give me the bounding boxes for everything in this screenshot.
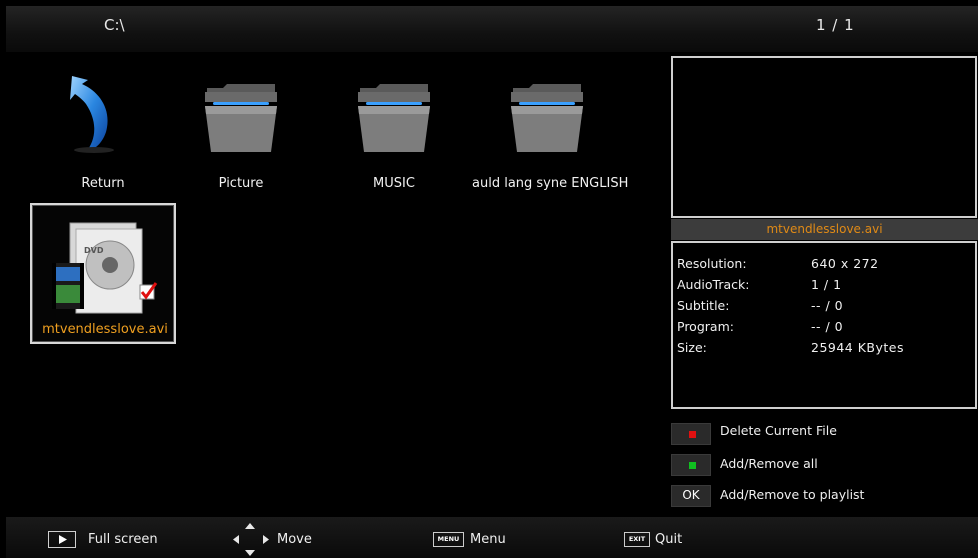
video-file-icon: DVD — [52, 222, 158, 314]
file-label-selected: mtvendlesslove.avi — [42, 322, 168, 337]
ok-key-button[interactable]: OK — [671, 485, 711, 507]
info-value-resolution: 640 x 272 — [811, 256, 879, 271]
page-counter: 1 / 1 — [816, 16, 855, 34]
return-arrow-icon — [70, 76, 114, 153]
red-dot-icon — [689, 431, 696, 438]
return-label: Return — [81, 176, 125, 191]
info-filename: mtvendlesslove.avi — [671, 219, 978, 240]
folder-item-music[interactable] — [356, 82, 432, 154]
add-remove-playlist-label: Add/Remove to playlist — [720, 487, 865, 502]
folder-label-picture: Picture — [218, 176, 264, 191]
folder-icon — [511, 84, 583, 152]
info-label-program: Program: — [677, 319, 734, 334]
folder-item-picture[interactable] — [203, 82, 279, 154]
preview-area — [671, 56, 977, 218]
fullscreen-label: Full screen — [88, 532, 158, 547]
info-value-program: -- / 0 — [811, 319, 844, 334]
menu-label: Menu — [470, 532, 506, 547]
folder-icon — [205, 84, 277, 152]
current-path: C:\ — [104, 16, 125, 34]
info-label-audiotrack: AudioTrack: — [677, 277, 750, 292]
move-label: Move — [277, 532, 312, 547]
file-info-panel: Resolution: 640 x 272 AudioTrack: 1 / 1 … — [671, 241, 977, 409]
folder-item-auld-lang-syne[interactable] — [509, 82, 585, 154]
info-label-resolution: Resolution: — [677, 256, 747, 271]
info-value-audiotrack: 1 / 1 — [811, 277, 842, 292]
red-key-button[interactable] — [671, 423, 711, 445]
folder-label-music: MUSIC — [373, 176, 415, 191]
info-value-subtitle: -- / 0 — [811, 298, 844, 313]
play-icon — [48, 531, 76, 548]
svg-text:DVD: DVD — [84, 246, 104, 255]
info-label-subtitle: Subtitle: — [677, 298, 730, 313]
info-value-size: 25944 KBytes — [811, 340, 905, 355]
green-dot-icon — [689, 462, 696, 469]
quit-label: Quit — [655, 532, 683, 547]
file-item-selected[interactable]: DVD mtvendlesslove.avi — [30, 203, 176, 344]
return-item[interactable] — [66, 74, 126, 156]
menu-key-icon: MENU — [433, 532, 464, 547]
arrow-keys-icon — [233, 523, 269, 556]
add-remove-all-label: Add/Remove all — [720, 456, 818, 471]
info-label-size: Size: — [677, 340, 707, 355]
ok-key-label: OK — [682, 488, 700, 502]
green-key-button[interactable] — [671, 454, 711, 476]
folder-label-auld-lang-syne: auld lang syne ENGLISH — [472, 176, 629, 191]
exit-key-icon: EXIT — [624, 532, 650, 547]
delete-file-label: Delete Current File — [720, 423, 837, 438]
folder-icon — [358, 84, 430, 152]
